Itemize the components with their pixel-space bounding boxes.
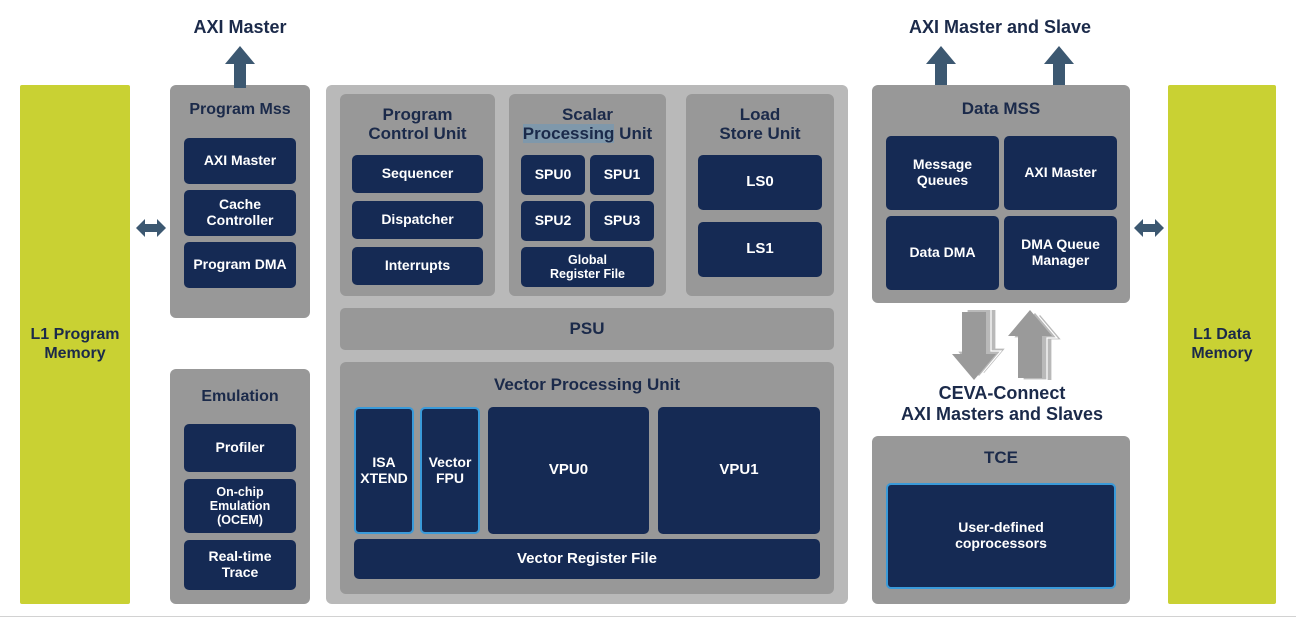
block-label: DMA Queue Manager xyxy=(1021,236,1100,268)
lsu-block-ls1: LS1 xyxy=(698,222,822,277)
block-label: LS1 xyxy=(746,240,774,258)
tce-block-user-defined-coprocessors: User-defined coprocessors xyxy=(886,483,1116,589)
data-mss-block-message-queues: Message Queues xyxy=(886,136,999,210)
emulation-title: Emulation xyxy=(201,388,279,405)
vector-processing-unit-title: Vector Processing Unit xyxy=(493,375,681,394)
block-label: SPU3 xyxy=(603,212,641,229)
block-label: SPU0 xyxy=(534,166,572,183)
vpu-block-vpu0: VPU0 xyxy=(488,407,649,534)
block-label: Profiler xyxy=(215,439,265,456)
block-label: User-defined coprocessors xyxy=(955,519,1047,551)
block-label: VPU0 xyxy=(548,461,589,479)
spu-block-global-register-file: Global Register File xyxy=(521,247,654,287)
data-mss-block-dma-queue-manager: DMA Queue Manager xyxy=(1004,216,1117,290)
block-label: Data DMA xyxy=(909,244,976,261)
load-store-unit-panel: Load Store Unit LS0 LS1 xyxy=(686,94,834,296)
block-label: LS0 xyxy=(746,173,774,191)
block-label: Program DMA xyxy=(193,256,287,273)
up-arrow-ceva-connect xyxy=(1008,310,1062,380)
vpu-block-vector-fpu: Vector FPU xyxy=(420,407,480,534)
pcu-block-sequencer: Sequencer xyxy=(352,155,483,193)
spu-block-spu1: SPU1 xyxy=(590,155,654,195)
emulation-panel: Emulation Profiler On-chip Emulation (OC… xyxy=(170,369,310,604)
spu-block-spu0: SPU0 xyxy=(521,155,585,195)
block-label: Global Register File xyxy=(549,253,626,281)
up-arrow-data-mss-right xyxy=(1044,46,1074,88)
up-arrow-axi-master xyxy=(225,46,255,88)
vpu-block-isa-xtend: ISA XTEND xyxy=(354,407,414,534)
program-control-unit-title: Program Control Unit xyxy=(368,105,467,143)
bidirectional-arrow-program xyxy=(136,219,166,237)
program-control-unit-panel: Program Control Unit Sequencer Dispatche… xyxy=(340,94,495,296)
spu-title-line1: Scalar xyxy=(561,105,614,124)
spu-title-tail: Unit xyxy=(614,123,653,143)
block-label: Sequencer xyxy=(381,165,454,182)
block-label: SPU2 xyxy=(534,212,572,229)
program-mss-block-cache-controller: Cache Controller xyxy=(184,190,296,236)
vector-processing-unit-panel: Vector Processing Unit ISA XTEND Vector … xyxy=(340,362,834,594)
spu-block-spu2: SPU2 xyxy=(521,201,585,241)
scalar-processing-unit-title: Scalar Processing Unit xyxy=(509,105,666,143)
block-label: Cache Controller xyxy=(206,196,274,228)
up-arrow-data-mss-left xyxy=(926,46,956,88)
bidirectional-arrow-data xyxy=(1134,219,1164,237)
block-label: Dispatcher xyxy=(381,211,454,228)
pcu-block-interrupts: Interrupts xyxy=(352,247,483,285)
l1-program-memory-block: L1 Program Memory xyxy=(20,85,130,604)
data-mss-panel: Data MSS Message Queues AXI Master Data … xyxy=(872,85,1130,303)
block-label: VPU1 xyxy=(719,461,759,479)
block-label: Message Queues xyxy=(912,156,973,188)
tce-panel: TCE User-defined coprocessors xyxy=(872,436,1130,604)
lsu-block-ls0: LS0 xyxy=(698,155,822,210)
spu-title-highlighted-word: Processing xyxy=(522,123,615,143)
emulation-block-realtime-trace: Real-time Trace xyxy=(184,540,296,590)
data-mss-block-axi-master: AXI Master xyxy=(1004,136,1117,210)
block-label: ISA XTEND xyxy=(360,453,408,486)
spu-block-spu3: SPU3 xyxy=(590,201,654,241)
block-diagram-canvas: L1 Program Memory Program Mss AXI Master… xyxy=(0,0,1296,623)
block-label: AXI Master xyxy=(1024,164,1097,181)
tce-title: TCE xyxy=(984,448,1018,467)
data-mss-title: Data MSS xyxy=(961,99,1041,118)
block-label: SPU1 xyxy=(603,166,641,183)
data-mss-block-data-dma: Data DMA xyxy=(886,216,999,290)
program-mss-block-axi-master: AXI Master xyxy=(184,138,296,184)
block-label: Vector Register File xyxy=(516,549,658,567)
caption-ceva-connect: CEVA-Connect AXI Masters and Slaves xyxy=(900,383,1104,425)
block-label: Vector FPU xyxy=(428,453,472,486)
emulation-block-ocem: On-chip Emulation (OCEM) xyxy=(184,479,296,533)
block-label: AXI Master xyxy=(203,152,277,169)
down-arrow-ceva-connect xyxy=(952,310,1006,380)
block-label: Real-time Trace xyxy=(208,548,272,580)
psu-bar: PSU xyxy=(340,308,834,350)
program-mss-title: Program Mss xyxy=(189,101,291,118)
l1-data-memory-label: L1 Data Memory xyxy=(1191,326,1253,362)
program-mss-panel: Program Mss AXI Master Cache Controller … xyxy=(170,85,310,318)
block-label: On-chip Emulation (OCEM) xyxy=(209,485,271,527)
vpu-block-vector-register-file: Vector Register File xyxy=(354,539,820,579)
pcu-block-dispatcher: Dispatcher xyxy=(352,201,483,239)
block-label: Interrupts xyxy=(384,257,451,274)
program-mss-block-program-dma: Program DMA xyxy=(184,242,296,288)
psu-label: PSU xyxy=(569,319,605,338)
caption-axi-master-and-slave: AXI Master and Slave xyxy=(908,17,1092,37)
caption-axi-master: AXI Master xyxy=(193,17,287,37)
l1-data-memory-block: L1 Data Memory xyxy=(1168,85,1276,604)
vpu-block-vpu1: VPU1 xyxy=(658,407,820,534)
emulation-block-profiler: Profiler xyxy=(184,424,296,472)
load-store-unit-title: Load Store Unit xyxy=(719,105,801,143)
bottom-divider xyxy=(0,616,1296,617)
l1-program-memory-label: L1 Program Memory xyxy=(30,326,120,362)
scalar-processing-unit-panel: Scalar Processing Unit SPU0 SPU1 SPU2 SP… xyxy=(509,94,666,296)
